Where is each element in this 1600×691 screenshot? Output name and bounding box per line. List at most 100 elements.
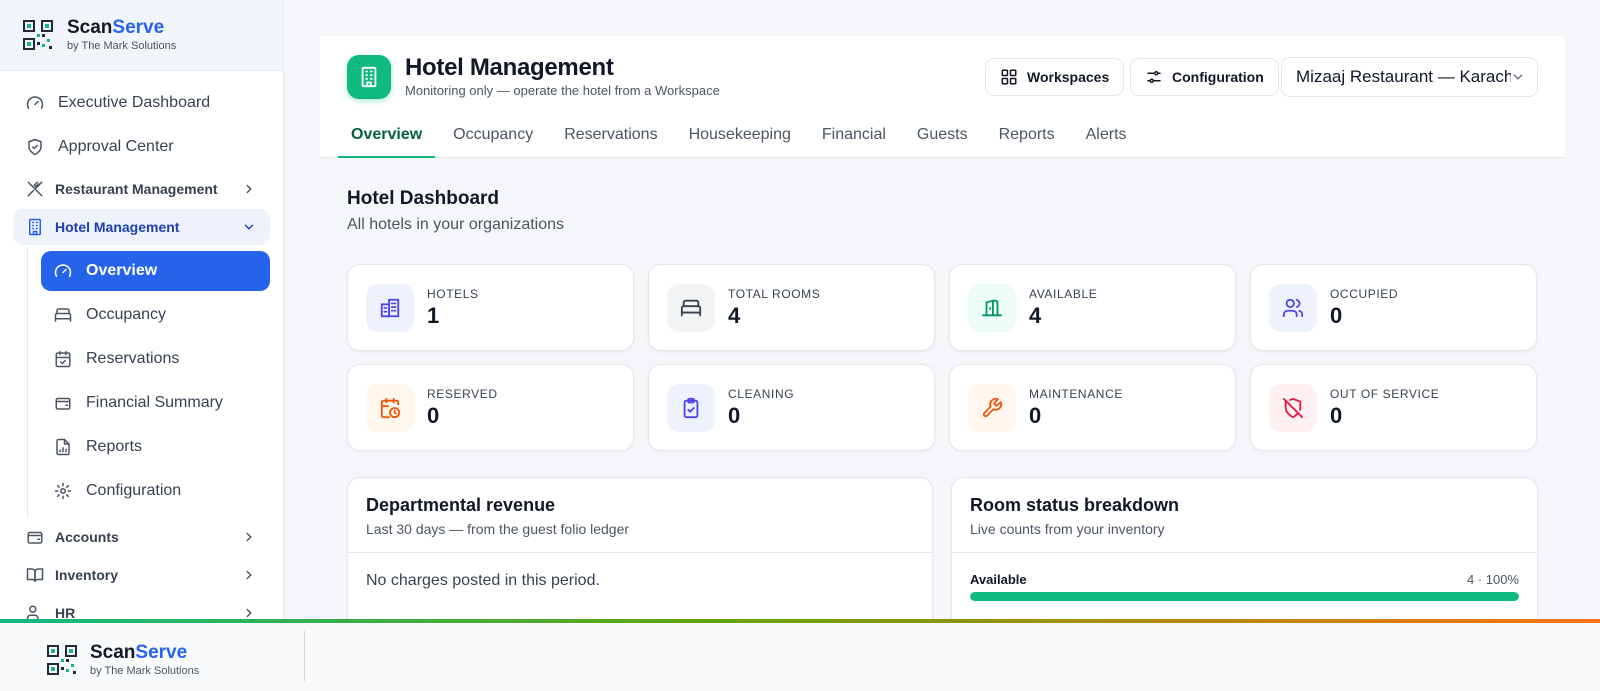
stat-label: Occupied [1330,286,1399,301]
stat-value: 0 [1330,302,1343,328]
chevron-down-icon [242,220,256,234]
sidebar-nav: Executive Dashboard Approval Center Rest… [0,71,283,622]
sidebar-item-reservations[interactable]: Reservations [41,339,270,379]
wrench-icon [981,397,1003,419]
stat-label: Out of Service [1330,386,1440,401]
grid-icon [1000,68,1018,86]
configuration-button[interactable]: Configuration [1130,58,1279,96]
sidebar-item-executive-dashboard[interactable]: Executive Dashboard [0,81,283,125]
sidebar-item-configuration[interactable]: Configuration [41,471,270,511]
hotel-building-icon [347,55,391,99]
sidebar-group-accounts[interactable]: Accounts [13,519,270,555]
stat-icon-bg [366,383,414,432]
stat-icon-bg [1269,283,1317,332]
workspaces-label: Workspaces [1027,69,1110,85]
sidebar-item-approval-center[interactable]: Approval Center [0,125,283,169]
stat-card-out-of-service: Out of Service 0 [1250,364,1537,451]
sidebar-item-financial-summary[interactable]: Financial Summary [41,383,270,423]
sidebar-group-hr[interactable]: HR [13,595,270,622]
sidebar-item-label: Approval Center [58,138,174,155]
chevron-right-icon [242,568,256,582]
tab-bar: Overview Occupancy Reservations Housekee… [338,116,1145,158]
panel-title: Room status breakdown [970,495,1180,515]
calendar-clock-icon [379,397,401,419]
door-open-icon [981,297,1003,319]
sidebar-group-inventory[interactable]: Inventory [13,557,270,593]
sidebar-item-label: Reports [86,438,143,455]
gauge-icon [54,262,72,280]
panel-subtitle: Last 30 days — from the guest folio ledg… [366,521,630,537]
stat-value: 4 [728,302,741,328]
sidebar-item-label: Reservations [86,350,180,367]
tab-reservations[interactable]: Reservations [551,116,670,158]
shield-off-icon [1282,397,1304,419]
stat-icon-bg [1269,383,1317,432]
dashboard-subtitle: All hotels in your organizations [347,216,565,233]
stat-value: 0 [1029,402,1042,428]
tab-alerts[interactable]: Alerts [1073,116,1140,158]
stat-card-hotels: Hotels 1 [347,264,634,351]
book-open-icon [26,566,44,584]
empty-state-text: No charges posted in this period. [366,572,600,589]
page-title: Hotel Management [405,54,614,81]
sidebar-item-overview[interactable]: Overview [41,251,270,291]
stat-card-available: Available 4 [949,264,1236,351]
chevron-right-icon [242,182,256,196]
tab-reports[interactable]: Reports [986,116,1068,158]
sidebar-group-label: Inventory [55,567,119,583]
shield-check-icon [26,138,44,156]
calendar-check-icon [54,350,72,368]
tab-financial[interactable]: Financial [809,116,899,158]
workspaces-button[interactable]: Workspaces [985,58,1125,96]
sidebar-item-label: Financial Summary [86,394,223,411]
footer: ScanServe by The Mark Solutions [0,623,1600,691]
stat-value: 0 [1330,402,1343,428]
restaurant-select-value: Mizaaj Restaurant — Karachi [1296,67,1511,86]
status-count: 4 · 100% [1466,572,1519,587]
utensils-crossed-icon [26,180,44,198]
status-progress-fill [970,592,1519,601]
stat-card-reserved: Reserved 0 [347,364,634,451]
sidebar: ScanServe by The Mark Solutions Executiv… [0,0,284,622]
qr-logo-icon [23,20,53,50]
chevron-right-icon [242,530,256,544]
sidebar-item-label: Executive Dashboard [58,94,211,111]
stat-label: Cleaning [728,386,795,401]
file-chart-icon [54,438,72,456]
bed-icon [54,306,72,324]
sidebar-item-occupancy[interactable]: Occupancy [41,295,270,335]
sliders-icon [1145,68,1163,86]
sidebar-group-label: Restaurant Management [55,181,218,197]
brand-tagline: by The Mark Solutions [90,665,200,677]
stat-icon-bg [667,283,715,332]
sidebar-brand[interactable]: ScanServe by The Mark Solutions [0,0,283,71]
brand-name: ScanServe [90,642,188,663]
qr-logo-icon [47,645,77,675]
stat-icon-bg [968,383,1016,432]
configuration-label: Configuration [1172,69,1264,85]
sidebar-group-hotel-management[interactable]: Hotel Management [13,209,270,245]
users-icon [1282,297,1304,319]
stat-card-occupied: Occupied 0 [1250,264,1537,351]
status-row-available: Available 4 · 100% [970,572,1519,587]
building-icon [26,218,44,236]
status-progress-bar [970,592,1519,601]
tab-guests[interactable]: Guests [904,116,981,158]
footer-brand: ScanServe by The Mark Solutions [47,643,199,677]
dashboard-title: Hotel Dashboard [347,188,500,209]
chevron-down-icon [1511,70,1525,84]
sidebar-item-label: Occupancy [86,306,167,323]
restaurant-select[interactable]: Mizaaj Restaurant — Karachi [1281,57,1538,97]
stat-value: 4 [1029,302,1042,328]
tab-housekeeping[interactable]: Housekeeping [676,116,804,158]
hotel-icon [379,297,401,319]
stat-label: Total Rooms [728,286,821,301]
sidebar-item-reports[interactable]: Reports [41,427,270,467]
tab-overview[interactable]: Overview [338,116,436,158]
sidebar-group-restaurant-management[interactable]: Restaurant Management [13,171,270,207]
panel-divider [952,552,1537,553]
tab-occupancy[interactable]: Occupancy [440,116,546,158]
stat-label: Available [1029,286,1098,301]
brand-name: ScanServe [67,17,165,38]
stat-cards: Hotels 1 Total Rooms 4 Available 4 [347,264,1538,451]
